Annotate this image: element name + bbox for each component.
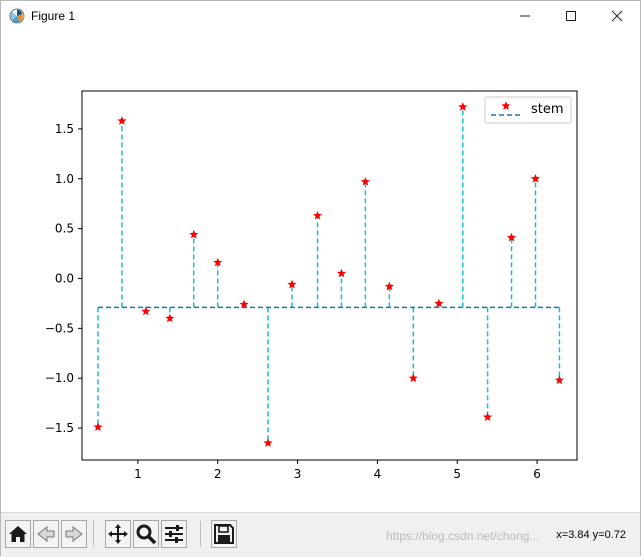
stem-chart[interactable]: 1 2 3 4 5 6 −1.5 −1.0 −0.5 0.0 0.5 1.0 1.5 stem	[1, 31, 640, 511]
zoom-icon	[136, 524, 157, 545]
y-tick-label: −1.5	[45, 421, 74, 435]
toolbar-separator	[200, 521, 201, 547]
y-tick-label: 0.0	[55, 271, 74, 285]
x-tick-label: 5	[453, 467, 461, 481]
back-icon	[37, 525, 55, 543]
y-tick-label: 1.0	[55, 172, 74, 186]
y-tick-label: 0.5	[55, 222, 74, 236]
close-icon	[611, 10, 623, 22]
x-tick-label: 6	[533, 467, 541, 481]
legend-label: stem	[531, 102, 564, 117]
x-tick-label: 2	[214, 467, 222, 481]
maximize-icon	[566, 11, 576, 21]
window-controls	[502, 1, 640, 31]
back-button[interactable]	[33, 520, 59, 548]
window-title: Figure 1	[31, 9, 76, 23]
minimize-icon	[520, 15, 530, 17]
watermark-text: https://blog.csdn.net/chong...	[386, 529, 540, 543]
save-icon	[214, 524, 234, 544]
y-tick-label: −1.0	[45, 371, 74, 385]
figure-canvas[interactable]: 1 2 3 4 5 6 −1.5 −1.0 −0.5 0.0 0.5 1.0 1.5 stem	[1, 31, 640, 511]
legend: stem	[484, 96, 572, 124]
y-tick-label: −0.5	[45, 321, 74, 335]
x-tick-label: 4	[374, 467, 382, 481]
configure-subplots-icon	[165, 525, 183, 543]
toolbar-separator	[93, 521, 94, 547]
zoom-button[interactable]	[133, 520, 159, 548]
forward-icon	[65, 525, 83, 543]
maximize-button[interactable]	[548, 1, 594, 31]
title-bar: Figure 1	[1, 1, 640, 31]
navigation-toolbar: https://blog.csdn.net/chong... x=3.84 y=…	[1, 512, 640, 557]
configure-subplots-button[interactable]	[161, 520, 187, 548]
home-button[interactable]	[5, 520, 31, 548]
x-tick-label: 1	[134, 467, 142, 481]
x-tick-label: 3	[294, 467, 302, 481]
y-tick-label: 1.5	[55, 122, 74, 136]
pan-icon	[108, 524, 128, 544]
pan-button[interactable]	[105, 520, 131, 548]
cursor-coordinates: x=3.84 y=0.72	[556, 529, 626, 541]
close-button[interactable]	[594, 1, 640, 31]
save-button[interactable]	[211, 520, 237, 548]
matplotlib-logo-icon	[9, 8, 25, 24]
minimize-button[interactable]	[502, 1, 548, 31]
forward-button[interactable]	[61, 520, 87, 548]
figure-window: Figure 1 1 2 3 4 5 6 −1.5 −1.0 −0.5 0.0 0.5 1.0 1.5	[0, 0, 641, 557]
home-icon	[9, 526, 27, 542]
axes-frame	[81, 90, 578, 461]
